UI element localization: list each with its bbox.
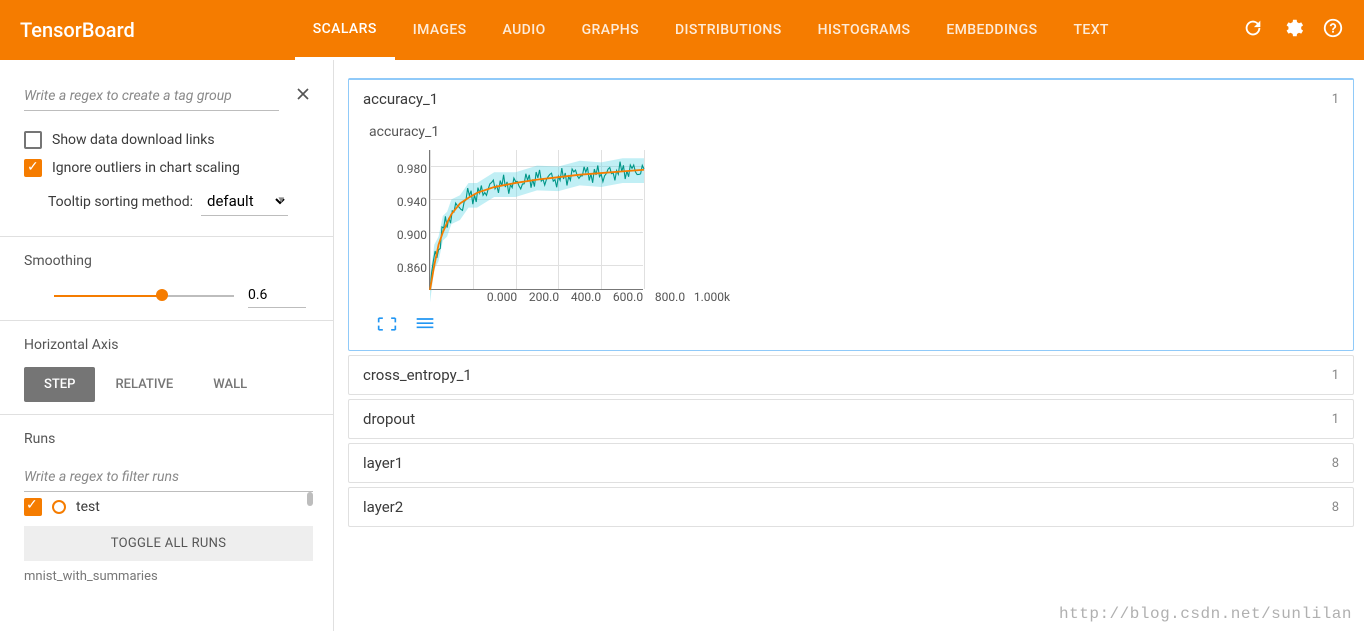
tab-histograms[interactable]: HISTOGRAMS	[800, 0, 929, 60]
card-count: 8	[1332, 500, 1339, 515]
tab-scalars[interactable]: SCALARS	[295, 0, 395, 60]
tab-graphs[interactable]: GRAPHS	[564, 0, 657, 60]
card-header[interactable]: dropout 1	[349, 400, 1353, 438]
card-count: 1	[1332, 412, 1339, 427]
horizontal-axis-group: STEPRELATIVEWALL	[24, 367, 313, 402]
card-title: dropout	[363, 410, 415, 428]
tab-distributions[interactable]: DISTRIBUTIONS	[657, 0, 800, 60]
ignore-outliers-checkbox[interactable]	[24, 159, 42, 177]
scroll-thumb[interactable]	[307, 492, 313, 506]
nav-tabs: SCALARSIMAGESAUDIOGRAPHSDISTRIBUTIONSHIS…	[295, 0, 1127, 60]
ignore-outliers-label: Ignore outliers in chart scaling	[52, 160, 240, 176]
y-tick: 0.900	[387, 228, 427, 242]
card-count: 1	[1332, 368, 1339, 383]
reload-icon[interactable]	[1242, 17, 1264, 43]
scalar-card: accuracy_1 1 accuracy_1 0.860 0.900 0.940 0.98…	[348, 78, 1354, 351]
main-content: accuracy_1 1 accuracy_1 0.860 0.900 0.940 0.98…	[334, 60, 1364, 631]
x-tick: 0.000	[481, 290, 523, 304]
download-links-checkbox[interactable]	[24, 131, 42, 149]
x-tick: 200.0	[523, 290, 565, 304]
tooltip-sorting-label: Tooltip sorting method:	[48, 194, 193, 210]
run-row: test	[24, 492, 313, 522]
tab-images[interactable]: IMAGES	[395, 0, 485, 60]
chart-tools	[377, 316, 1335, 336]
card-header[interactable]: accuracy_1 1	[349, 80, 1353, 118]
x-axis: 0.000200.0400.0600.0800.01.000k	[481, 290, 1335, 304]
haxis-step-button[interactable]: STEP	[24, 367, 95, 402]
card-header[interactable]: layer2 8	[349, 488, 1353, 526]
haxis-relative-button[interactable]: RELATIVE	[95, 367, 193, 402]
card-body: accuracy_1 0.860 0.900 0.940 0.980 0.000200.0…	[349, 118, 1353, 350]
run-name: test	[76, 499, 100, 515]
card-title: layer2	[363, 498, 403, 516]
close-icon[interactable]	[293, 84, 313, 108]
card-header[interactable]: layer1 8	[349, 444, 1353, 482]
chart-title: accuracy_1	[369, 124, 1335, 140]
tab-text[interactable]: TEXT	[1055, 0, 1126, 60]
sidebar: Show data download links Ignore outliers…	[0, 60, 334, 631]
card-title: layer1	[363, 454, 403, 472]
chart-svg	[430, 150, 644, 290]
x-tick: 1.000k	[691, 290, 733, 304]
x-tick: 800.0	[649, 290, 691, 304]
y-tick: 0.980	[387, 162, 427, 176]
tab-audio[interactable]: AUDIO	[485, 0, 564, 60]
tab-embeddings[interactable]: EMBEDDINGS	[928, 0, 1055, 60]
y-tick: 0.860	[387, 261, 427, 275]
header-icons	[1242, 17, 1344, 43]
y-tick: 0.940	[387, 195, 427, 209]
scalar-card: layer1 8	[348, 443, 1354, 483]
gear-icon[interactable]	[1282, 17, 1304, 43]
scalar-card: cross_entropy_1 1	[348, 355, 1354, 395]
help-icon[interactable]	[1322, 17, 1344, 43]
smoothing-value-input[interactable]	[248, 283, 306, 308]
run-checkbox[interactable]	[24, 498, 42, 516]
app-header: TensorBoard SCALARSIMAGESAUDIOGRAPHSDIST…	[0, 0, 1364, 60]
card-header[interactable]: cross_entropy_1 1	[349, 356, 1353, 394]
scalar-card: dropout 1	[348, 399, 1354, 439]
run-color-icon	[52, 500, 66, 514]
dataset-name: mnist_with_summaries	[24, 569, 313, 584]
runs-filter-input[interactable]	[24, 461, 313, 492]
chart-area[interactable]: 0.860 0.900 0.940 0.980 0.000200.0400.0600.0…	[367, 144, 1335, 304]
expand-icon[interactable]	[377, 316, 397, 336]
card-count: 8	[1332, 456, 1339, 471]
horizontal-axis-label: Horizontal Axis	[24, 337, 313, 353]
log-toggle-icon[interactable]	[415, 316, 435, 336]
toggle-all-runs-button[interactable]: TOGGLE ALL RUNS	[24, 526, 313, 561]
card-title: cross_entropy_1	[363, 366, 472, 384]
brand: TensorBoard	[20, 18, 135, 42]
card-count: 1	[1332, 92, 1339, 107]
chart-plot	[429, 150, 643, 290]
card-title: accuracy_1	[363, 90, 438, 108]
haxis-wall-button[interactable]: WALL	[193, 367, 267, 402]
tooltip-sorting-select[interactable]: default	[201, 187, 288, 216]
tag-filter-input[interactable]	[24, 80, 279, 111]
scalar-card: layer2 8	[348, 487, 1354, 527]
smoothing-label: Smoothing	[24, 253, 313, 269]
x-tick: 600.0	[607, 290, 649, 304]
x-tick: 400.0	[565, 290, 607, 304]
download-links-label: Show data download links	[52, 132, 215, 148]
runs-label: Runs	[24, 431, 313, 447]
smoothing-slider[interactable]	[54, 294, 234, 298]
